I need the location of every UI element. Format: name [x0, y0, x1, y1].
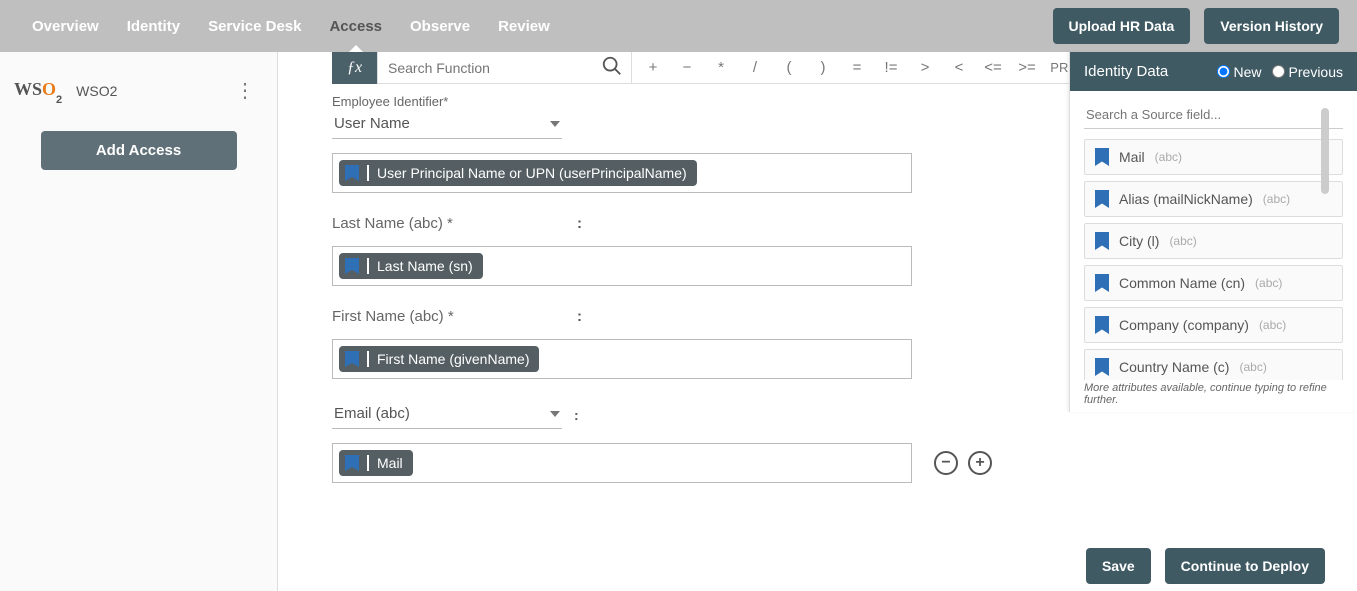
app-row[interactable]: WSO2 WSO2 ⋮ [0, 66, 277, 115]
nav-actions: Upload HR Data Version History [1053, 8, 1340, 44]
function-search-input[interactable] [378, 60, 598, 76]
bookmark-icon [1095, 316, 1109, 334]
footer-actions: Save Continue to Deploy [1086, 548, 1325, 584]
op-gt[interactable]: > [908, 59, 942, 76]
search-icon[interactable] [601, 55, 623, 77]
op-lte[interactable]: <= [976, 59, 1010, 76]
employee-identifier-value: User Name [334, 115, 410, 132]
top-nav: Overview Identity Service Desk Access Ob… [0, 0, 1357, 52]
op-rparen[interactable]: ) [806, 59, 840, 76]
email-expression[interactable]: Mail [332, 443, 912, 483]
list-item[interactable]: Company (company)(abc) [1084, 307, 1343, 343]
list-item[interactable]: Common Name (cn)(abc) [1084, 265, 1343, 301]
first-name-expression[interactable]: First Name (givenName) [332, 339, 912, 379]
bookmark-icon [345, 351, 359, 367]
bookmark-icon [345, 455, 359, 471]
token-last-name[interactable]: Last Name (sn) [339, 253, 483, 279]
first-name-label: First Name (abc) * [332, 308, 454, 325]
sidebar: WSO2 WSO2 ⋮ Add Access [0, 52, 278, 591]
list-item[interactable]: Country Name (c)(abc) [1084, 349, 1343, 380]
chevron-down-icon [550, 411, 560, 417]
function-search [378, 52, 632, 84]
more-attributes-hint: More attributes available, continue typi… [1084, 380, 1343, 406]
op-gte[interactable]: >= [1010, 59, 1044, 76]
op-lparen[interactable]: ( [772, 59, 806, 76]
token-mail[interactable]: Mail [339, 450, 413, 476]
bookmark-icon [1095, 190, 1109, 208]
list-item[interactable]: Mail(abc) [1084, 139, 1343, 175]
tab-access[interactable]: Access [315, 0, 396, 52]
tab-identity[interactable]: Identity [113, 0, 194, 52]
employee-identifier-expression[interactable]: User Principal Name or UPN (userPrincipa… [332, 153, 912, 193]
employee-identifier-select[interactable]: User Name [332, 111, 562, 139]
email-select[interactable]: Email (abc) [332, 401, 562, 429]
op-mult[interactable]: * [704, 59, 738, 76]
version-history-button[interactable]: Version History [1204, 8, 1339, 44]
source-field-search-input[interactable] [1084, 101, 1343, 129]
colon: : [577, 308, 922, 325]
nav-tabs: Overview Identity Service Desk Access Ob… [18, 0, 1053, 52]
source-field-list[interactable]: Mail(abc) Alias (mailNickName)(abc) City… [1084, 139, 1343, 380]
chevron-down-icon [550, 121, 560, 127]
tab-review[interactable]: Review [484, 0, 564, 52]
bookmark-icon [1095, 358, 1109, 376]
radio-previous[interactable]: Previous [1272, 64, 1343, 80]
email-label: Email (abc) [334, 405, 410, 422]
token-first-name[interactable]: First Name (givenName) [339, 346, 539, 372]
op-neq[interactable]: != [874, 59, 908, 76]
kebab-icon[interactable]: ⋮ [227, 74, 263, 107]
list-item[interactable]: Alias (mailNickName)(abc) [1084, 181, 1343, 217]
tab-service-desk[interactable]: Service Desk [194, 0, 315, 52]
op-eq[interactable]: = [840, 59, 874, 76]
panel-scrollbar[interactable] [1321, 108, 1329, 194]
fx-icon[interactable]: ƒx [332, 52, 378, 84]
tab-observe[interactable]: Observe [396, 0, 484, 52]
save-button[interactable]: Save [1086, 548, 1151, 584]
wso2-logo: WSO2 [14, 79, 62, 103]
add-access-button[interactable]: Add Access [41, 131, 237, 170]
list-item[interactable]: City (l)(abc) [1084, 223, 1343, 259]
identity-data-title: Identity Data [1084, 63, 1168, 80]
colon: : [574, 407, 579, 423]
bookmark-icon [1095, 274, 1109, 292]
op-minus[interactable]: − [670, 59, 704, 76]
bookmark-icon [345, 165, 359, 181]
op-lt[interactable]: < [942, 59, 976, 76]
last-name-label: Last Name (abc) * [332, 215, 453, 232]
bookmark-icon [1095, 232, 1109, 250]
last-name-expression[interactable]: Last Name (sn) [332, 246, 912, 286]
continue-to-deploy-button[interactable]: Continue to Deploy [1165, 548, 1325, 584]
app-name: WSO2 [76, 83, 117, 99]
bookmark-icon [345, 258, 359, 274]
op-plus[interactable]: + [636, 59, 670, 76]
colon: : [577, 215, 922, 232]
bookmark-icon [1095, 148, 1109, 166]
token-upn[interactable]: User Principal Name or UPN (userPrincipa… [339, 160, 697, 186]
identity-data-panel: Identity Data New Previous Mail(abc) Ali… [1069, 52, 1357, 412]
upload-hr-data-button[interactable]: Upload HR Data [1053, 8, 1191, 44]
radio-new[interactable]: New [1217, 64, 1262, 80]
op-div[interactable]: / [738, 59, 772, 76]
tab-overview[interactable]: Overview [18, 0, 113, 52]
add-mapping-button[interactable]: + [968, 451, 992, 475]
remove-mapping-button[interactable]: − [934, 451, 958, 475]
